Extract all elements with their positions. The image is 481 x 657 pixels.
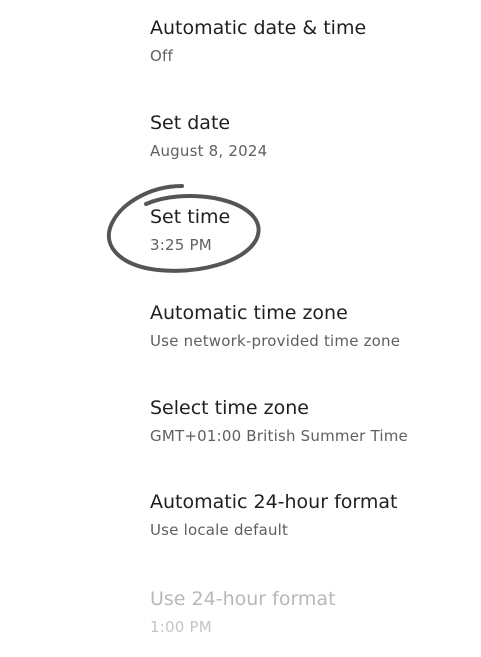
setting-set-time[interactable]: Set time 3:25 PM [150,205,470,275]
setting-title: Set date [150,112,231,134]
setting-title: Automatic time zone [150,302,348,324]
setting-automatic-time-zone[interactable]: Automatic time zone Use network-provided… [150,301,470,371]
setting-summary: August 8, 2024 [150,142,268,160]
setting-title: Select time zone [150,397,309,419]
setting-title: Use 24-hour format [150,588,336,610]
setting-title: Automatic date & time [150,17,367,39]
setting-select-time-zone[interactable]: Select time zone GMT+01:00 British Summe… [150,396,470,466]
setting-title: Automatic 24-hour format [150,491,398,513]
setting-summary: Use network-provided time zone [150,332,401,350]
setting-summary: 1:00 PM [150,618,212,636]
setting-summary: Use locale default [150,521,289,539]
setting-automatic-date-time[interactable]: Automatic date & time Off [150,16,470,86]
setting-title: Set time [150,206,231,228]
setting-summary: GMT+01:00 British Summer Time [150,427,408,445]
setting-automatic-24-hour-format[interactable]: Automatic 24-hour format Use locale defa… [150,490,470,560]
date-time-settings-list: Automatic date & time Off Set date Augus… [0,0,481,645]
setting-summary: 3:25 PM [150,236,212,254]
setting-use-24-hour-format: Use 24-hour format 1:00 PM [150,587,470,657]
setting-summary: Off [150,47,173,65]
setting-set-date[interactable]: Set date August 8, 2024 [150,111,470,181]
